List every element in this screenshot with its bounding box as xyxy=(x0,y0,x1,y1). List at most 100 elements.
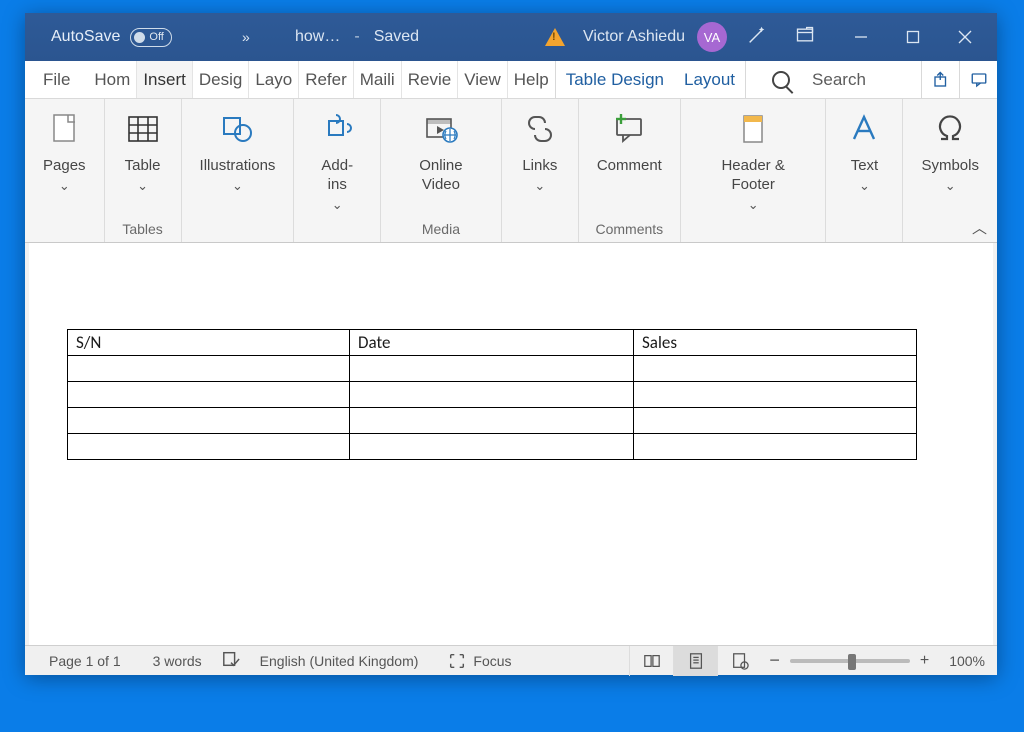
web-layout-button[interactable] xyxy=(717,646,761,676)
shapes-icon xyxy=(217,109,257,149)
view-buttons xyxy=(629,646,761,676)
zoom-level[interactable]: 100% xyxy=(949,653,985,669)
page-icon xyxy=(44,109,84,149)
wand-icon[interactable] xyxy=(739,24,775,51)
tab-table-design[interactable]: Table Design xyxy=(556,61,674,98)
comment-button[interactable]: Comment xyxy=(587,105,672,176)
table-cell[interactable]: Date xyxy=(350,330,634,356)
symbols-button[interactable]: Symbols ⌄ xyxy=(911,105,989,194)
table-cell[interactable] xyxy=(634,434,917,460)
print-layout-button[interactable] xyxy=(673,646,717,676)
tab-references[interactable]: Refer xyxy=(299,61,354,98)
tab-view[interactable]: View xyxy=(458,61,508,98)
chevron-down-icon: ⌄ xyxy=(232,178,243,194)
group-media-label: Media xyxy=(422,221,460,240)
text-label: Text xyxy=(851,157,879,176)
document-page[interactable]: S/N Date Sales xyxy=(29,243,993,645)
warning-icon[interactable] xyxy=(545,28,565,46)
table-cell[interactable] xyxy=(350,382,634,408)
table-cell[interactable] xyxy=(350,434,634,460)
table-row xyxy=(68,434,917,460)
status-bar: Page 1 of 1 3 words English (United King… xyxy=(25,645,997,675)
chevron-down-icon: ⌄ xyxy=(945,178,956,194)
links-button[interactable]: Links ⌄ xyxy=(510,105,570,194)
table-cell[interactable]: Sales xyxy=(634,330,917,356)
tab-design[interactable]: Desig xyxy=(193,61,249,98)
table-cell[interactable] xyxy=(68,434,350,460)
share-button[interactable] xyxy=(921,61,959,99)
addins-icon xyxy=(317,109,357,149)
table-cell[interactable] xyxy=(634,356,917,382)
chevron-down-icon: ⌄ xyxy=(748,197,759,213)
ribbon: Pages ⌄ Table ⌄ Tables xyxy=(25,99,997,243)
user-name[interactable]: Victor Ashiedu xyxy=(583,28,685,46)
zoom-in-button[interactable]: + xyxy=(920,652,929,670)
page-info[interactable]: Page 1 of 1 xyxy=(37,653,133,669)
document-title-area: how… - Saved xyxy=(295,28,419,46)
table-cell[interactable] xyxy=(68,356,350,382)
tab-review[interactable]: Revie xyxy=(402,61,458,98)
zoom-out-button[interactable]: − xyxy=(769,650,780,671)
autosave-state: Off xyxy=(149,31,163,43)
tab-layout[interactable]: Layo xyxy=(249,61,299,98)
chevron-down-icon: ⌄ xyxy=(137,178,148,194)
table-row: S/N Date Sales xyxy=(68,330,917,356)
chevron-down-icon: ⌄ xyxy=(332,197,343,213)
symbols-label: Symbols xyxy=(921,157,979,176)
tab-help[interactable]: Help xyxy=(508,61,556,98)
addins-label: Add-ins xyxy=(312,157,362,195)
quick-access-more-icon[interactable]: » xyxy=(242,29,250,45)
comments-pane-button[interactable] xyxy=(959,61,997,99)
zoom-slider[interactable] xyxy=(790,659,910,663)
document-name[interactable]: how… xyxy=(295,28,340,46)
tab-insert[interactable]: Insert xyxy=(137,61,193,98)
document-table[interactable]: S/N Date Sales xyxy=(67,329,917,460)
omega-icon xyxy=(930,109,970,149)
table-cell[interactable]: S/N xyxy=(68,330,350,356)
ribbon-mode-icon[interactable] xyxy=(787,25,823,50)
tab-file[interactable]: File xyxy=(25,61,88,98)
tab-home[interactable]: Hom xyxy=(88,61,137,98)
close-button[interactable] xyxy=(939,13,991,61)
table-button[interactable]: Table ⌄ xyxy=(113,105,173,194)
online-video-button[interactable]: Online Video xyxy=(389,105,493,195)
table-cell[interactable] xyxy=(634,382,917,408)
table-cell[interactable] xyxy=(350,356,634,382)
tab-mailings[interactable]: Maili xyxy=(354,61,402,98)
collapse-ribbon-button[interactable]: ︿ xyxy=(972,217,987,238)
title-separator: - xyxy=(354,28,359,46)
search-label: Search xyxy=(812,70,866,90)
title-bar: AutoSave Off » how… - Saved Victor Ashie… xyxy=(25,13,997,61)
table-row xyxy=(68,356,917,382)
window-controls xyxy=(835,13,991,61)
autosave-control[interactable]: AutoSave Off xyxy=(25,28,172,47)
tab-table-layout[interactable]: Layout xyxy=(674,61,746,98)
group-tables-label: Tables xyxy=(122,221,162,240)
read-mode-button[interactable] xyxy=(629,646,673,676)
table-cell[interactable] xyxy=(634,408,917,434)
table-row xyxy=(68,382,917,408)
table-cell[interactable] xyxy=(68,408,350,434)
focus-mode-button[interactable]: Focus xyxy=(438,652,521,670)
table-row xyxy=(68,408,917,434)
pages-button[interactable]: Pages ⌄ xyxy=(33,105,96,194)
document-area[interactable]: S/N Date Sales xyxy=(25,243,997,645)
autosave-toggle[interactable]: Off xyxy=(130,28,172,47)
table-cell[interactable] xyxy=(350,408,634,434)
minimize-button[interactable] xyxy=(835,13,887,61)
header-footer-button[interactable]: Header & Footer ⌄ xyxy=(689,105,818,213)
language-button[interactable]: English (United Kingdom) xyxy=(248,653,431,669)
comment-icon xyxy=(609,109,649,149)
pages-label: Pages xyxy=(43,157,86,176)
word-count[interactable]: 3 words xyxy=(141,653,214,669)
maximize-button[interactable] xyxy=(887,13,939,61)
table-cell[interactable] xyxy=(68,382,350,408)
text-button[interactable]: Text ⌄ xyxy=(834,105,894,194)
app-window: AutoSave Off » how… - Saved Victor Ashie… xyxy=(25,13,997,675)
addins-button[interactable]: Add-ins ⌄ xyxy=(302,105,372,213)
illustrations-button[interactable]: Illustrations ⌄ xyxy=(190,105,286,194)
search-box[interactable]: Search xyxy=(772,61,866,98)
avatar[interactable]: VA xyxy=(697,22,727,52)
spellcheck-icon[interactable] xyxy=(222,650,240,671)
autosave-label: AutoSave xyxy=(51,28,120,46)
